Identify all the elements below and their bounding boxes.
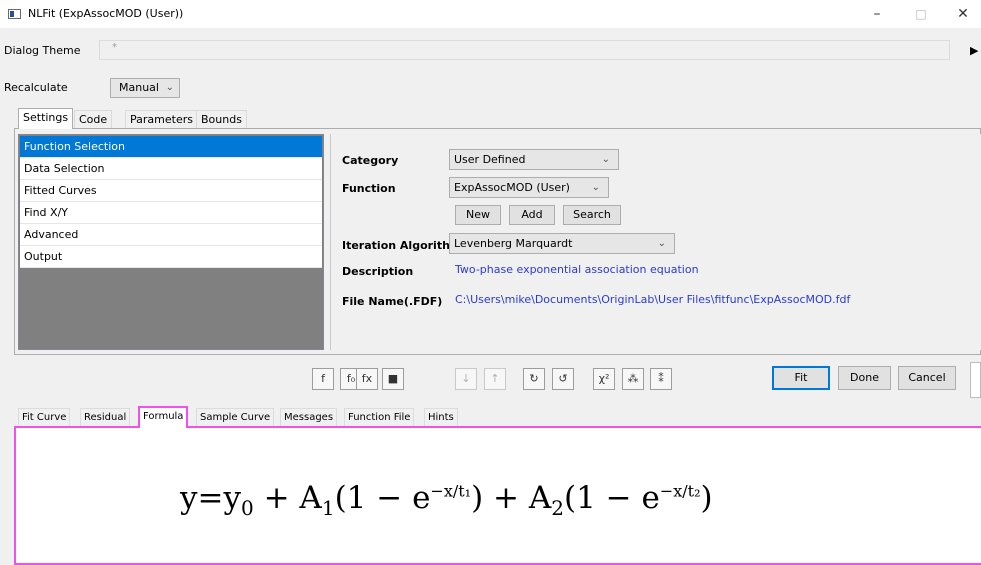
chevron-down-icon: ⌄ [601,154,610,165]
formula-term1: (1 − e [334,480,431,516]
tab-formula[interactable]: Formula [138,406,189,428]
category-select[interactable]: User Defined ⌄ [449,149,619,170]
tab-fit-curve[interactable]: Fit Curve [18,408,71,426]
share-param-icon[interactable]: ↑ [484,368,506,390]
window-title: NLFit (ExpAssocMOD (User)) [28,7,184,20]
file-name-link[interactable]: C:\Users\mike\Documents\OriginLab\User F… [455,293,850,306]
fit-formula: y=y0 + A1(1 − e−x/t₁) + A2(1 − e−x/t₂) [180,480,713,520]
one-iteration-icon[interactable]: ↻ [523,368,545,390]
recalculate-select[interactable]: Manual ⌄ [110,78,180,98]
category-value: User Defined [454,153,526,166]
settings-list: Function Selection Data Selection Fitted… [18,134,324,350]
new-button[interactable]: New [455,205,501,225]
tab-parameters[interactable]: Parameters [125,110,198,128]
tab-sample-curve[interactable]: Sample Curve [196,408,275,426]
list-item-function-selection[interactable]: Function Selection [20,136,322,158]
function-value: ExpAssocMOD (User) [454,181,570,194]
minimize-button[interactable]: – [857,4,897,24]
function-select[interactable]: ExpAssocMOD (User) ⌄ [449,177,609,198]
tab-settings[interactable]: Settings [18,108,74,129]
fx-edit-icon[interactable]: fx [356,368,378,390]
formula-a1-subscript: 1 [321,496,335,521]
tab-code[interactable]: Code [74,110,113,128]
formula-plus-a2: ) + A [471,480,552,516]
formula-panel: y=y0 + A1(1 − e−x/t₁) + A2(1 − e−x/t₂) [14,426,981,565]
category-label: Category [342,154,399,167]
list-item-output[interactable]: Output [20,246,322,268]
panel-toggle-scrollbar[interactable] [970,362,981,398]
chevron-down-icon: ⌄ [165,82,174,93]
peak-settings-icon[interactable]: ⁑ [650,368,672,390]
formula-exponent2: −x/t₂ [659,481,701,501]
list-item-advanced[interactable]: Advanced [20,224,322,246]
description-label: Description [342,265,414,278]
dialog-theme-combo[interactable]: * [99,40,950,60]
fit-button[interactable]: Fit [772,366,830,390]
formula-close: ) [700,480,713,516]
list-item-data-selection[interactable]: Data Selection [20,158,322,180]
formula-plus-a1: + A [253,480,322,516]
list-item-find-xy[interactable]: Find X/Y [20,202,322,224]
theme-menu-arrow-icon[interactable]: ▶ [970,42,981,60]
done-button[interactable]: Done [838,366,891,390]
iteration-algorithm-select[interactable]: Levenberg Marquardt ⌄ [449,233,675,254]
iteration-algorithm-value: Levenberg Marquardt [454,237,573,250]
add-button[interactable]: Add [509,205,555,225]
fix-param-icon[interactable]: ↓ [455,368,477,390]
recalculate-value: Manual [119,81,159,94]
tab-function-file[interactable]: Function File [344,408,415,426]
iteration-algorithm-label: Iteration Algorithm [342,239,462,252]
formula-lhs: y=y [180,480,242,516]
search-button[interactable]: Search [563,205,621,225]
formula-term2: (1 − e [564,480,660,516]
find-peaks-icon[interactable]: ⁂ [622,368,644,390]
fit-until-converged-icon[interactable]: ↺ [552,368,574,390]
formula-a2-subscript: 2 [551,496,564,521]
app-icon [8,9,21,19]
recalculate-label: Recalculate [4,81,68,94]
file-name-label: File Name(.FDF) [342,295,443,308]
formula-y-subscript: 0 [241,496,254,521]
chi-square-icon[interactable]: χ² [593,368,615,390]
tab-messages[interactable]: Messages [280,408,338,426]
description-value: Two-phase exponential association equati… [455,263,699,276]
list-item-fitted-curves[interactable]: Fitted Curves [20,180,322,202]
dialog-theme-value: * [112,42,117,53]
dialog-theme-label: Dialog Theme [4,44,81,57]
close-button[interactable]: ✕ [943,4,981,24]
fx-param-icon[interactable]: f [312,368,334,390]
tab-hints[interactable]: Hints [424,408,458,426]
tab-bounds[interactable]: Bounds [196,110,247,128]
cancel-button[interactable]: Cancel [898,366,956,390]
chevron-down-icon: ⌄ [591,182,600,193]
title-bar: NLFit (ExpAssocMOD (User)) – □ ✕ [0,0,981,28]
chevron-down-icon: ⌄ [657,238,666,249]
tab-residual[interactable]: Residual [80,408,131,426]
function-label: Function [342,182,396,195]
save-icon[interactable]: ■ [382,368,404,390]
formula-exponent1: −x/t₁ [430,481,472,501]
maximize-button[interactable]: □ [901,4,941,24]
function-selection-panel: Category User Defined ⌄ Function ExpAsso… [330,134,981,350]
